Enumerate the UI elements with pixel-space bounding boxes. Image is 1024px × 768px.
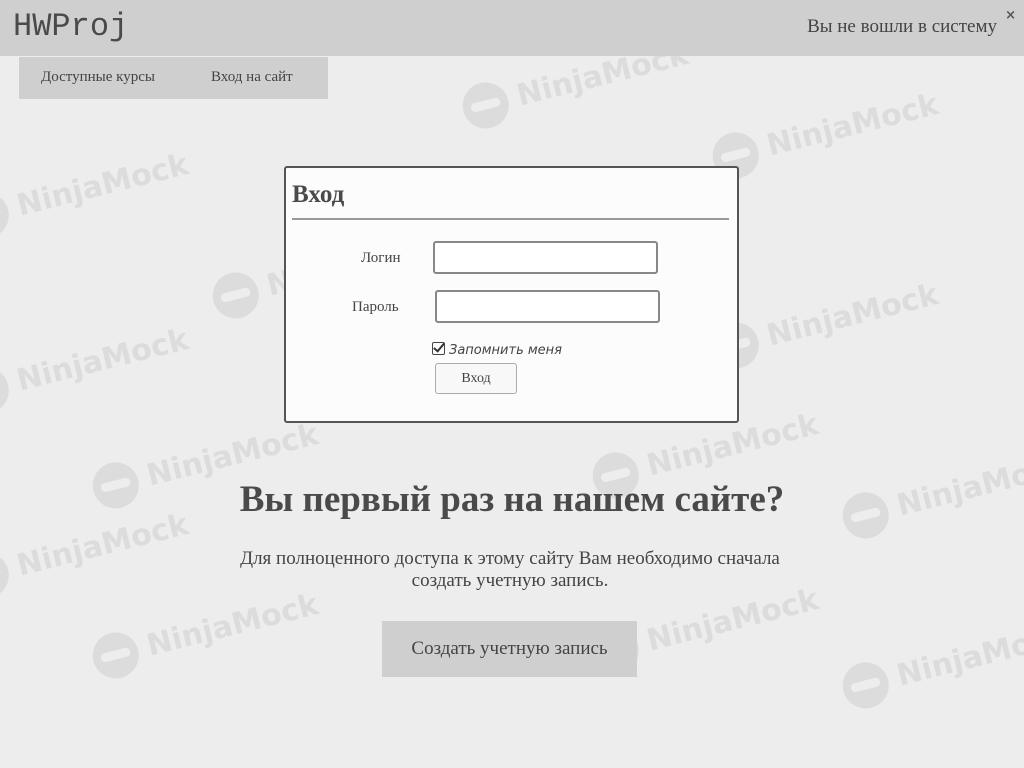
site-brand[interactable]: HWProj (13, 8, 128, 45)
nav-item-signin[interactable]: Вход на сайт (211, 69, 293, 86)
ninja-icon (87, 627, 144, 684)
nav-item-courses[interactable]: Доступные курсы (41, 69, 155, 86)
ninja-icon (0, 187, 14, 244)
top-bar: HWProj Вы не вошли в систему × (0, 0, 1024, 56)
create-account-button[interactable]: Создать учетную запись (382, 621, 637, 677)
watermark-logo: NinjaMock (707, 273, 944, 374)
nav-menu: Доступные курсы Вход на сайт (19, 57, 328, 99)
remember-me-label: Запомнить меня (449, 343, 563, 358)
password-input[interactable] (435, 290, 660, 323)
ninja-icon (457, 77, 514, 134)
promo-text-line: создать учетную запись. (411, 570, 609, 591)
watermark-logo: NinjaMock (707, 83, 944, 184)
watermark-logo: NinjaMock (87, 583, 324, 684)
ninja-icon (0, 547, 14, 604)
login-label: Логин (361, 250, 401, 266)
remember-me-checkbox[interactable]: Запомнить меня (432, 342, 562, 358)
page: NinjaMock NinjaMock NinjaMock NinjaMock … (0, 0, 1024, 768)
checkbox-checked-icon[interactable] (432, 342, 445, 355)
password-label: Пароль (352, 299, 399, 315)
ninja-icon (207, 267, 264, 324)
watermark-logo: NinjaMock (837, 613, 1024, 714)
login-input[interactable] (433, 241, 658, 274)
login-title: Вход (292, 181, 345, 208)
ninja-icon (837, 657, 894, 714)
promo-text: Для полноценного доступа к этому сайту В… (200, 548, 820, 592)
promo-heading: Вы первый раз на нашем сайте? (239, 479, 785, 520)
login-panel: Вход Логин Пароль Запомнить меня Вход (284, 166, 739, 423)
signin-button[interactable]: Вход (435, 363, 517, 394)
title-divider (292, 218, 729, 220)
watermark-logo: NinjaMock (0, 143, 194, 244)
ninja-icon (0, 362, 14, 419)
login-status-text: Вы не вошли в систему (807, 16, 997, 37)
watermark-logo: NinjaMock (0, 318, 194, 419)
close-icon[interactable]: × (1005, 8, 1016, 23)
promo-text-line: Для полноценного доступа к этому сайту В… (240, 548, 780, 569)
